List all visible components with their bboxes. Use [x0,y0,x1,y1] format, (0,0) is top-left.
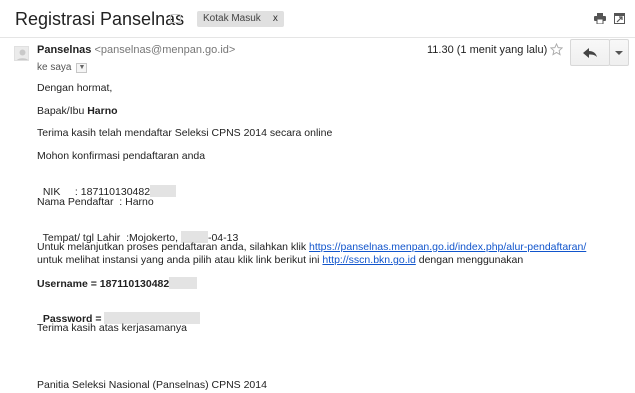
more-options-button[interactable] [609,39,629,66]
thanks-registration: Terima kasih telah mendaftar Seleksi CPN… [37,127,333,139]
message-timestamp: 11.30 (1 menit yang lalu) [427,44,548,56]
sscn-link[interactable]: http://sscn.bkn.go.id [322,254,415,266]
username-value: Username = 187110130482 [37,278,170,290]
default-avatar-icon [17,49,28,60]
recipient-text: ke saya [37,62,72,73]
recipient-line: ke saya ▼ [37,62,88,73]
importance-marker-icon[interactable] [170,14,181,23]
agency-line: untuk melihat instansi yang anda pilih a… [37,254,523,267]
username-line: Username = 187110130482 [37,277,198,291]
more-options-icon [615,50,623,55]
signature: Panitia Seleksi Nasional (Panselnas) CPN… [37,379,267,391]
registration-flow-link[interactable]: https://panselnas.menpan.go.id/index.php… [309,241,586,253]
message-header: Panselnas <panselnas@menpan.go.id> ke sa… [0,38,635,80]
continue-prefix: Untuk melanjutkan proses pendaftaran and… [37,241,309,253]
star-icon[interactable] [550,43,563,56]
username-redaction [169,277,198,289]
reply-button[interactable] [570,39,610,66]
email-header: Registrasi Panselnas Kotak Masuk x [0,0,635,38]
inbox-label-chip[interactable]: Kotak Masuk x [197,11,284,27]
remove-label-button[interactable]: x [273,11,278,27]
confirm-request: Mohon konfirmasi pendaftaran anda [37,150,206,162]
new-window-icon[interactable] [614,13,625,24]
sender-email: <panselnas@menpan.go.id> [94,44,236,56]
print-icon[interactable] [594,13,606,24]
agency-prefix: untuk melihat instansi yang anda pilih a… [37,254,323,266]
registrant-line: Nama Pendaftar : Harno [37,196,154,208]
salutation-prefix: Bapak/Ibu [37,105,88,117]
greeting: Dengan hormat, [37,82,113,94]
avatar [14,46,29,61]
sender-name: Panselnas [37,44,92,56]
recipient-name: Harno [87,105,118,117]
nik-line: NIK : 187110130482 [37,172,177,199]
thanks-cooperation: Terima kasih atas kerjasamanya [37,322,187,334]
inbox-label-text: Kotak Masuk [203,13,261,24]
show-details-button[interactable]: ▼ [76,62,88,73]
email-subject: Registrasi Panselnas [15,9,185,29]
reply-icon [583,47,597,58]
agency-suffix: dengan menggunakan [415,254,524,266]
salutation-line: Bapak/Ibu Harno [37,105,118,118]
continue-line: Untuk melanjutkan proses pendaftaran and… [37,241,586,254]
sender-info[interactable]: Panselnas <panselnas@menpan.go.id> [37,44,235,56]
